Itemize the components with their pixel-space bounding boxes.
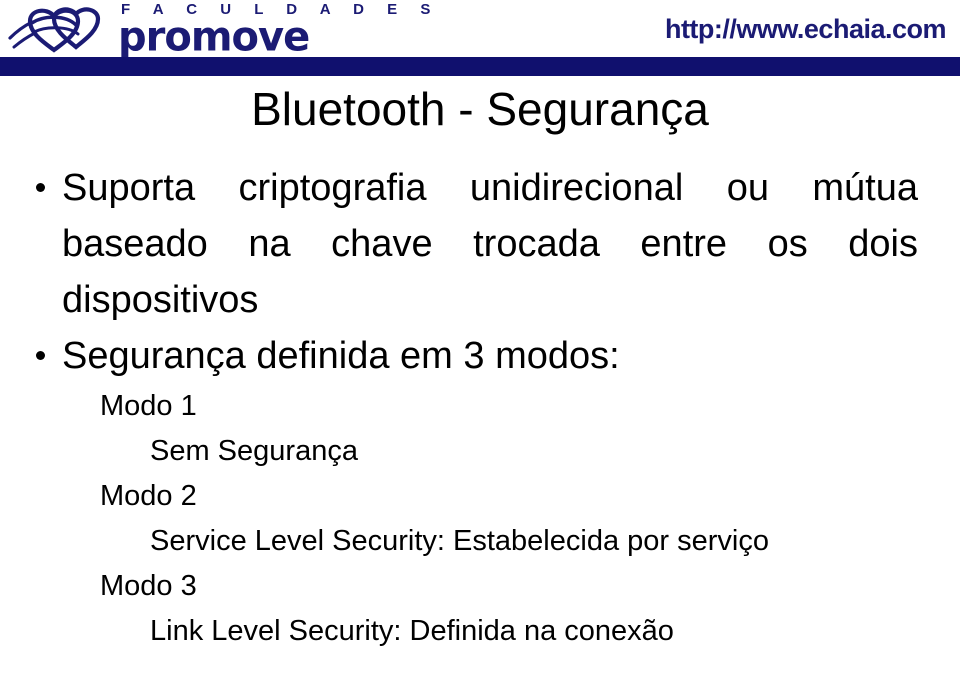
bullet-list: Suporta criptografia unidirecional ou mú… (0, 160, 960, 384)
mode-label: Modo 1 (100, 390, 197, 422)
mode-entry: Modo 2 Service Level Security: Estabelec… (0, 474, 960, 564)
site-url-text: http://www.echaia.com (664, 14, 947, 44)
mode-label: Modo 3 (100, 570, 197, 602)
mode-description: Link Level Security: Definida na conexão (150, 615, 674, 647)
bullet-text: Segurança definida em 3 modos: (62, 335, 620, 377)
brand-wordmark: F A C U L D A D E S promove (118, 1, 440, 61)
mode-description: Sem Segurança (150, 435, 358, 467)
bullet-text: Suporta criptografia unidirecional ou mú… (62, 167, 918, 321)
page-title: Bluetooth - Segurança (251, 83, 709, 135)
bullet-dot-icon (36, 351, 45, 360)
security-modes-list: Modo 1 Sem Segurança Modo 2 Service Leve… (0, 384, 960, 654)
mode-entry: Modo 3 Link Level Security: Definida na … (0, 564, 960, 654)
bullet-item: Segurança definida em 3 modos: (0, 328, 960, 384)
slide-header: F A C U L D A D E S promove http://www.e… (0, 0, 960, 61)
brand-logo: F A C U L D A D E S promove (8, 0, 440, 61)
bullet-item: Suporta criptografia unidirecional ou mú… (0, 160, 960, 328)
header-divider-bar (0, 57, 960, 76)
mode-description: Service Level Security: Estabelecida por… (150, 525, 769, 557)
brand-promove-text: promove (118, 13, 310, 61)
slide-content: Suporta criptografia unidirecional ou mú… (0, 160, 960, 654)
mode-entry: Modo 1 Sem Segurança (0, 384, 960, 474)
slide: F A C U L D A D E S promove http://www.e… (0, 0, 960, 694)
bullet-dot-icon (36, 183, 45, 192)
promove-globe-heart-icon (8, 7, 101, 53)
mode-label: Modo 2 (100, 480, 197, 512)
